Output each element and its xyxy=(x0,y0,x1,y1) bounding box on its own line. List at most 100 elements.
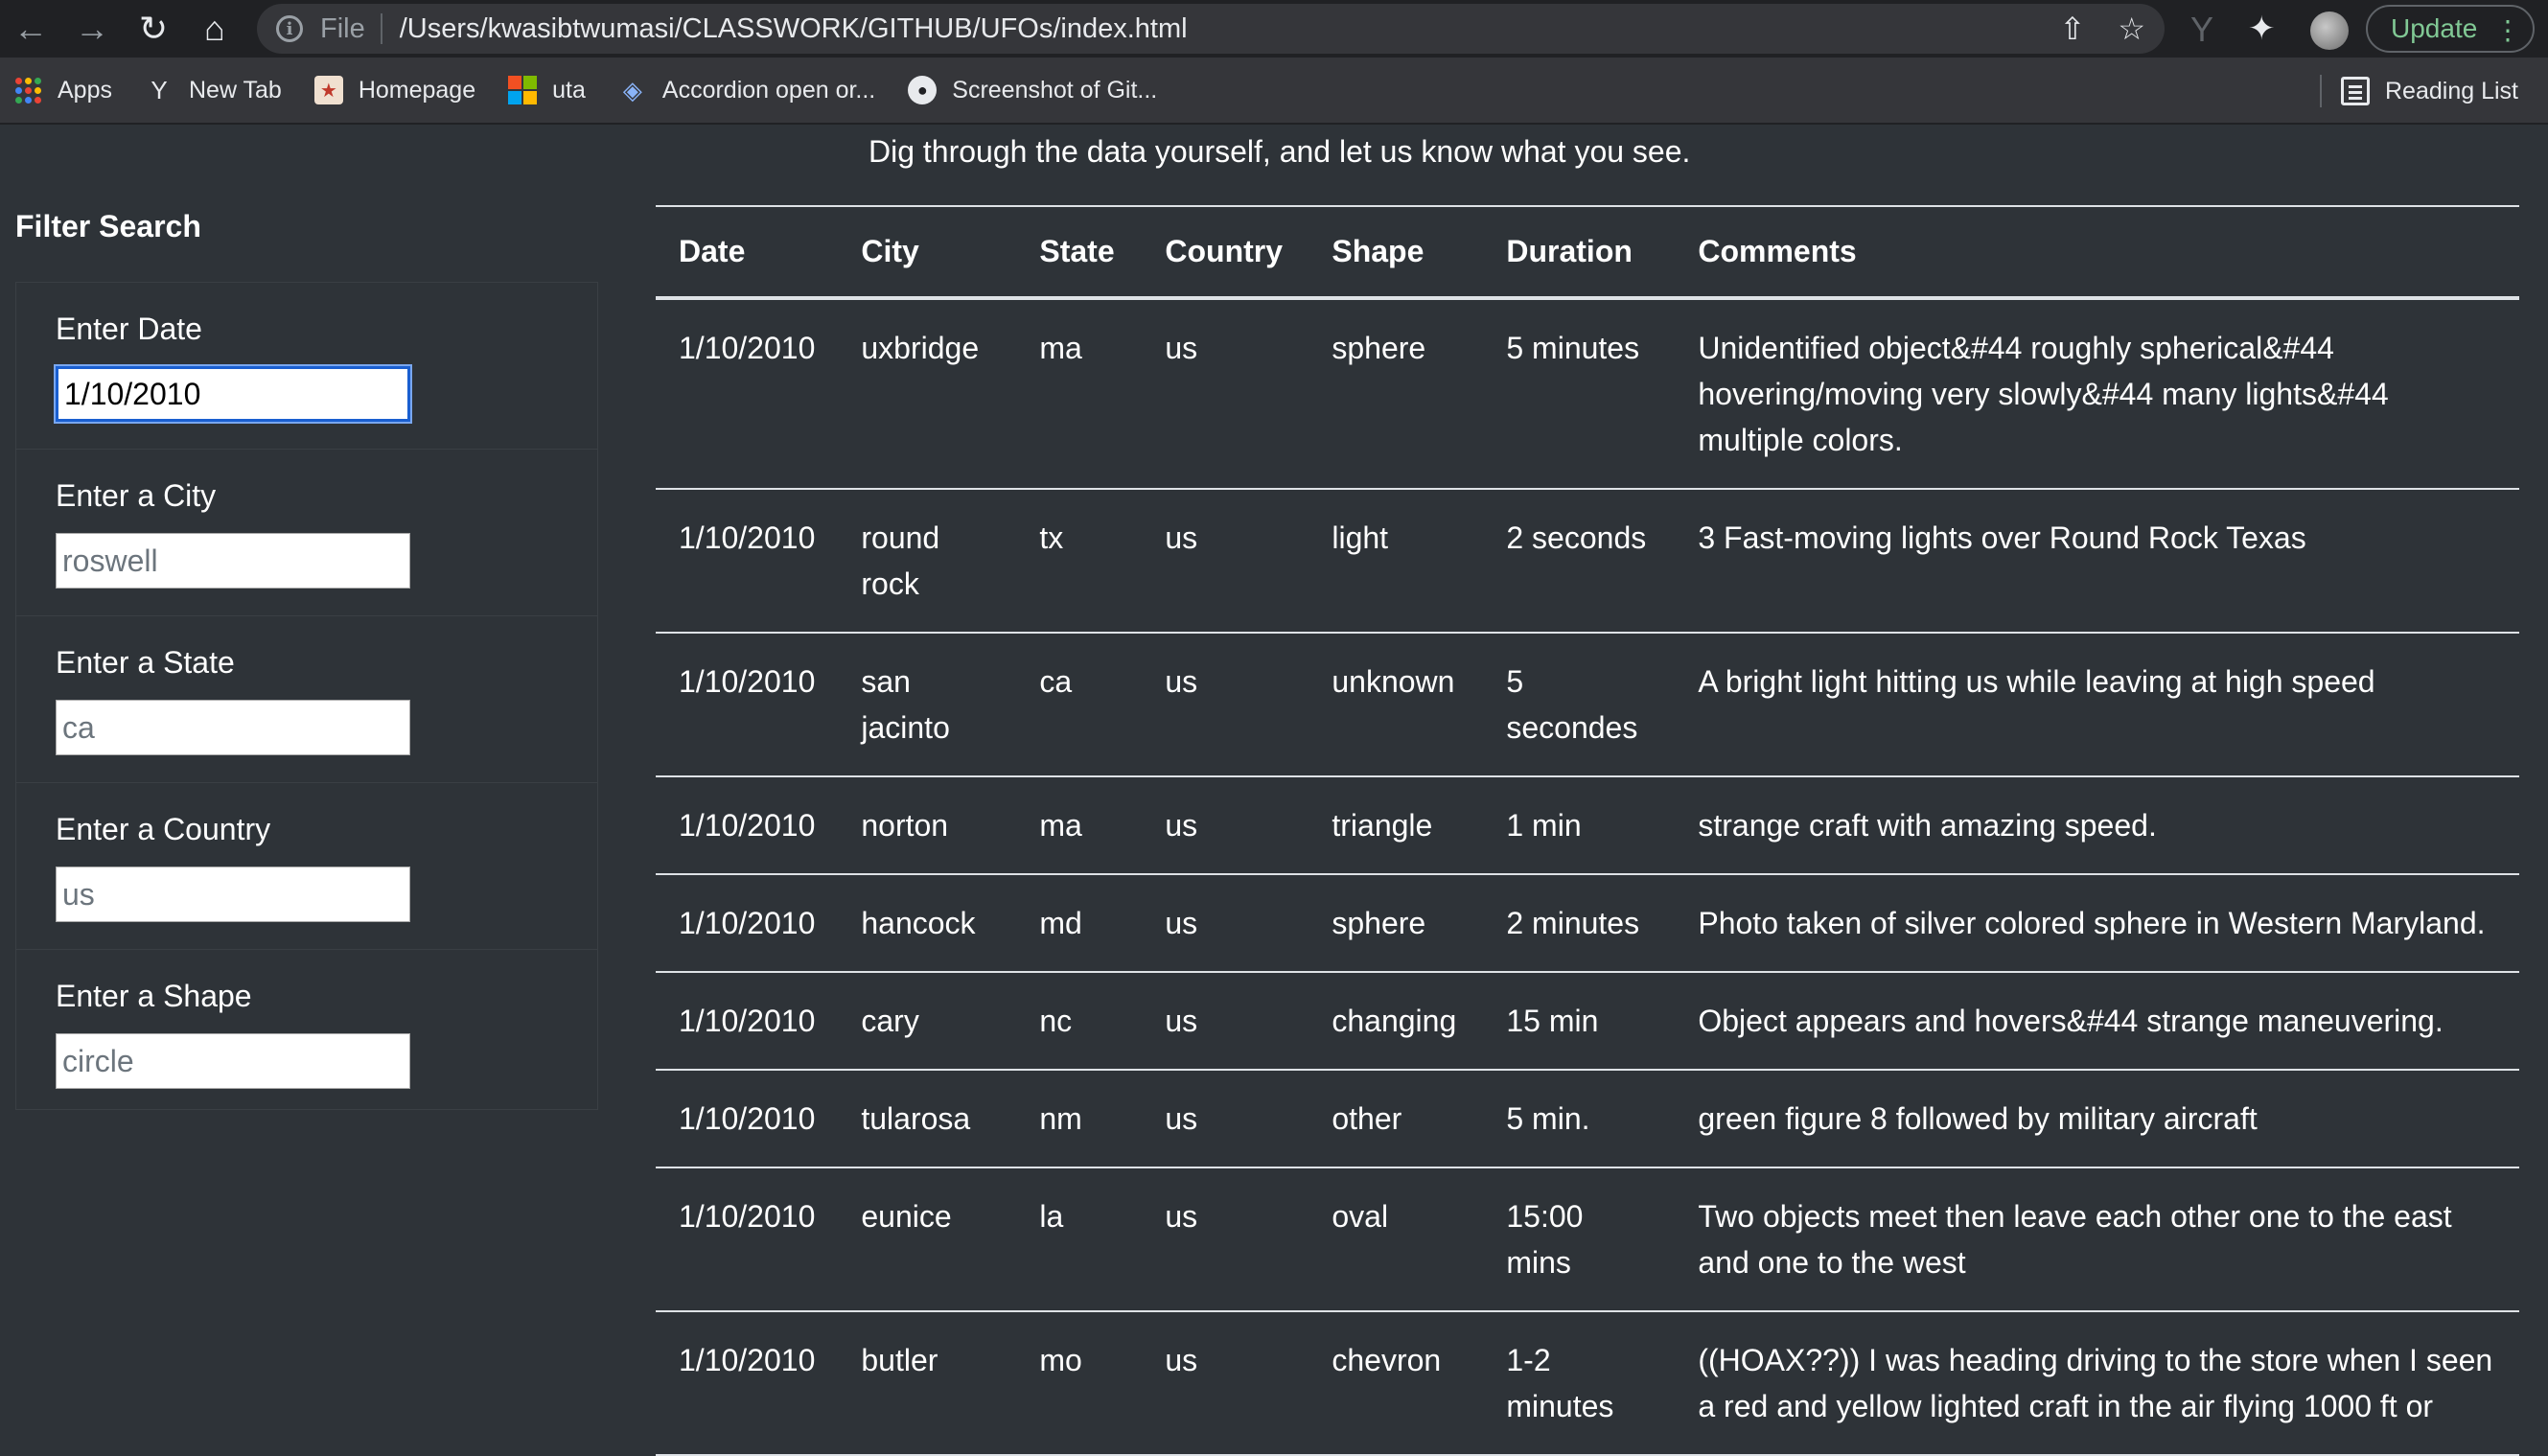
cell-city: hancock xyxy=(838,874,1017,973)
cell-duration: 1 min xyxy=(1483,776,1676,875)
cell-state: nc xyxy=(1016,972,1143,1071)
bookmark-label: Homepage xyxy=(358,76,476,104)
cell-shape: other xyxy=(1309,1070,1484,1168)
header-comments: Comments xyxy=(1675,205,2519,300)
date-input[interactable] xyxy=(56,366,410,422)
filter-label: Enter a City xyxy=(56,478,217,513)
bookmark-accordion[interactable]: ◈ Accordion open or... xyxy=(618,76,875,104)
cell-date: 1/10/2010 xyxy=(656,972,839,1071)
update-button[interactable]: Update ⋮ xyxy=(2366,5,2535,53)
filter-city: Enter a City xyxy=(16,450,597,616)
info-icon[interactable]: i xyxy=(276,15,303,42)
cell-country: us xyxy=(1142,489,1309,634)
header-country: Country xyxy=(1142,205,1309,300)
ufo-table-container: Date City State Country Shape Duration C… xyxy=(656,205,2519,1456)
cell-comments: green figure 8 followed by military airc… xyxy=(1675,1070,2519,1168)
bookmark-new-tab[interactable]: Y New Tab xyxy=(145,76,282,104)
globe-favicon-icon: ◈ xyxy=(622,75,642,104)
cell-city: round rock xyxy=(838,489,1017,634)
cell-country: us xyxy=(1142,298,1309,490)
country-input[interactable] xyxy=(56,867,410,922)
header-duration: Duration xyxy=(1483,205,1676,300)
cell-date: 1/10/2010 xyxy=(656,489,839,634)
cell-shape: sphere xyxy=(1309,298,1484,490)
cell-shape: unknown xyxy=(1309,633,1484,777)
state-input[interactable] xyxy=(56,700,410,755)
filter-label: Enter a State xyxy=(56,645,235,680)
cell-state: nm xyxy=(1016,1070,1143,1168)
bookmark-label: Apps xyxy=(58,76,112,104)
reload-icon[interactable]: ↻ xyxy=(123,0,184,58)
city-input[interactable] xyxy=(56,533,410,589)
filter-state: Enter a State xyxy=(16,616,597,783)
table-row: 1/10/2010 san jacinto ca us unknown 5 seconde… xyxy=(656,633,2519,777)
filter-label: Enter Date xyxy=(56,312,202,346)
ufo-table: Date City State Country Shape Duration C… xyxy=(656,205,2519,1456)
cell-comments: Photo taken of silver colored sphere in … xyxy=(1675,874,2519,973)
cell-shape: oval xyxy=(1309,1167,1484,1312)
address-bar[interactable]: i File /Users/kwasibtwumasi/CLASSWORK/GI… xyxy=(257,4,2165,54)
header-date: Date xyxy=(656,205,839,300)
extensions-puzzle-icon[interactable]: ✦ xyxy=(2248,10,2276,48)
bookmark-uta[interactable]: uta xyxy=(508,76,586,104)
y-logo-icon: Y xyxy=(151,75,168,104)
cell-duration: 5 min. xyxy=(1483,1070,1676,1168)
kebab-menu-icon[interactable]: ⋮ xyxy=(2494,14,2521,46)
home-icon[interactable]: ⌂ xyxy=(184,0,245,58)
back-arrow-icon[interactable]: ← xyxy=(0,0,61,58)
cell-date: 1/10/2010 xyxy=(656,633,839,777)
cell-state: ca xyxy=(1016,633,1143,777)
shape-input[interactable] xyxy=(56,1033,410,1089)
cell-comments: Two objects meet then leave each other o… xyxy=(1675,1167,2519,1312)
cell-duration: 2 seconds xyxy=(1483,489,1676,634)
cell-state: mo xyxy=(1016,1311,1143,1456)
share-icon[interactable]: ⇧ xyxy=(2060,11,2086,47)
cell-duration: 5 secondes xyxy=(1483,633,1676,777)
bookmark-label: Accordion open or... xyxy=(661,76,876,104)
forward-arrow-icon[interactable]: → xyxy=(61,0,123,58)
reading-list-button[interactable]: Reading List xyxy=(2341,58,2518,125)
homepage-favicon-icon: ★ xyxy=(313,76,343,104)
bookmark-apps[interactable]: Apps xyxy=(13,76,112,104)
microsoft-logo-icon xyxy=(508,76,538,104)
cell-city: norton xyxy=(838,776,1017,875)
cell-state: tx xyxy=(1016,489,1143,634)
filter-date: Enter Date xyxy=(16,283,597,450)
bookmark-label: New Tab xyxy=(188,76,282,104)
cell-country: us xyxy=(1142,1311,1309,1456)
url-scheme: File xyxy=(320,12,365,44)
filter-label: Enter a Shape xyxy=(56,979,252,1013)
address-divider xyxy=(380,13,382,44)
table-row: 1/10/2010 cary nc us changing 15 min Object ap… xyxy=(656,972,2519,1071)
bookmark-label: uta xyxy=(552,76,586,104)
table-row: 1/10/2010 hancock md us sphere 2 minutes Photo… xyxy=(656,874,2519,973)
cell-state: ma xyxy=(1016,776,1143,875)
cell-city: eunice xyxy=(838,1167,1017,1312)
header-city: City xyxy=(838,205,1017,300)
cell-date: 1/10/2010 xyxy=(656,1070,839,1168)
filter-shape: Enter a Shape xyxy=(16,950,597,1117)
profile-avatar[interactable] xyxy=(2310,12,2349,50)
cell-comments: 3 Fast-moving lights over Round Rock Tex… xyxy=(1675,489,2519,634)
cell-country: us xyxy=(1142,874,1309,973)
cell-duration: 2 minutes xyxy=(1483,874,1676,973)
extension-y-icon[interactable]: Y xyxy=(2190,10,2213,50)
table-row: 1/10/2010 norton ma us triangle 1 min strange … xyxy=(656,776,2519,875)
page-content: Dig through the data yourself, and let u… xyxy=(0,127,2548,1456)
bookmarks-divider xyxy=(2320,75,2322,107)
cell-city: san jacinto xyxy=(838,633,1017,777)
bookmark-star-icon[interactable]: ☆ xyxy=(2118,11,2145,47)
table-row: 1/10/2010 round rock tx us light 2 seconds 3 F… xyxy=(656,489,2519,634)
cell-shape: chevron xyxy=(1309,1311,1484,1456)
github-favicon-icon: ● xyxy=(908,76,938,104)
filter-label: Enter a Country xyxy=(56,812,271,846)
reading-list-icon xyxy=(2341,77,2370,105)
cell-country: us xyxy=(1142,1167,1309,1312)
url-text[interactable]: /Users/kwasibtwumasi/CLASSWORK/GITHUB/UF… xyxy=(400,13,1188,45)
cell-shape: changing xyxy=(1309,972,1484,1071)
cell-state: md xyxy=(1016,874,1143,973)
bookmark-homepage[interactable]: ★ Homepage xyxy=(313,76,476,104)
bookmark-screenshot[interactable]: ● Screenshot of Git... xyxy=(908,76,1157,104)
filter-country: Enter a Country xyxy=(16,783,597,950)
table-row: 1/10/2010 uxbridge ma us sphere 5 minutes Unid… xyxy=(656,298,2519,490)
